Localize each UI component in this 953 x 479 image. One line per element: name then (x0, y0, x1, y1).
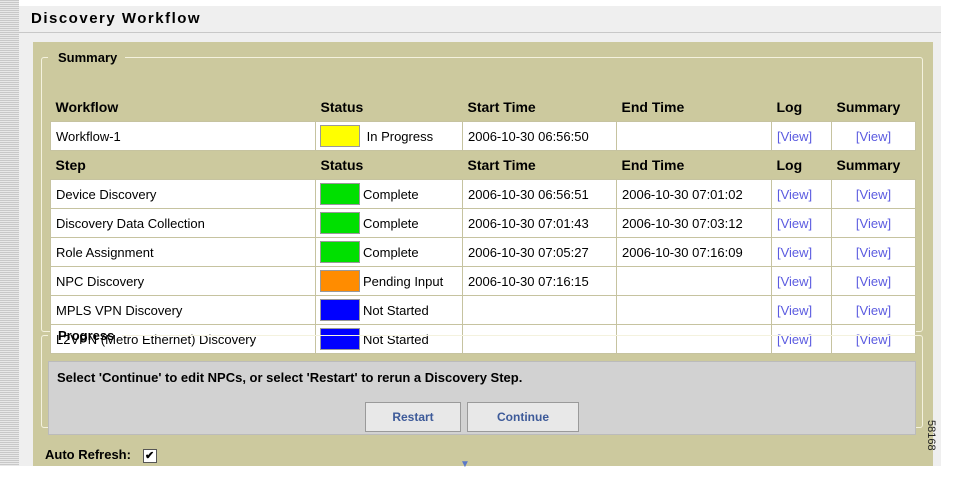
title-bar: Discovery Workflow (19, 6, 941, 33)
step-status-cell: Pending Input (315, 266, 463, 296)
col-header-summary: Summary (836, 99, 901, 115)
status-text: Complete (363, 215, 419, 231)
workflow-name: Workflow-1 (50, 121, 316, 151)
restart-label: Restart (392, 410, 434, 424)
status-color-swatch (320, 183, 360, 205)
status-text: Pending Input (363, 273, 444, 289)
step-start-time (462, 295, 617, 325)
step-log-link[interactable]: [View] (771, 208, 832, 238)
chevron-down-icon[interactable]: ▼ (460, 451, 470, 479)
step-log-link[interactable]: [View] (771, 266, 832, 296)
step-summary-link[interactable]: [View] (831, 237, 916, 267)
page: Discovery Workflow Summary Workflow Stat… (19, 6, 941, 470)
progress-legend: Progress (58, 328, 115, 343)
step-start-time: 2006-10-30 07:05:27 (462, 237, 617, 267)
step-header-row: Step Status Start Time End Time Log Summ… (51, 151, 916, 180)
workflow-end-time (616, 121, 772, 151)
step-end-time: 2006-10-30 07:01:02 (616, 179, 772, 209)
col-header-log: Log (776, 157, 803, 173)
step-start-time: 2006-10-30 07:16:15 (462, 266, 617, 296)
summary-legend: Summary (58, 50, 118, 65)
workflow-table: Workflow Status Start Time End Time Log … (50, 93, 916, 354)
status-text: Not Started (363, 302, 429, 318)
auto-refresh: Auto Refresh: ✔ (45, 447, 157, 463)
step-status-cell: Complete (315, 179, 463, 209)
step-log-link[interactable]: [View] (771, 179, 832, 209)
status-text: Complete (363, 244, 419, 260)
progress-panel: Select 'Continue' to edit NPCs, or selec… (48, 361, 916, 470)
step-end-time (616, 266, 772, 296)
step-summary-link[interactable]: [View] (831, 179, 916, 209)
status-color-swatch (320, 299, 360, 321)
step-name: Discovery Data Collection (50, 208, 316, 238)
table-row: Device Discovery Complete 2006-10-30 06:56… (50, 179, 916, 209)
status-text: In Progress (366, 128, 434, 144)
workflow-log-link[interactable]: [View] (771, 121, 832, 151)
step-end-time: 2006-10-30 07:16:09 (616, 237, 772, 267)
main-panel: Summary Workflow Status Start Time End T… (33, 42, 933, 470)
auto-refresh-checkbox[interactable]: ✔ (142, 448, 157, 463)
col-header-status: Status (320, 99, 364, 115)
step-end-time: 2006-10-30 07:03:12 (616, 208, 772, 238)
step-name: NPC Discovery (50, 266, 316, 296)
page-title: Discovery Workflow (31, 10, 202, 27)
col-header-end-time: End Time (621, 99, 685, 115)
table-row: Role Assignment Complete 2006-10-30 07:05:… (50, 237, 916, 267)
step-name: MPLS VPN Discovery (50, 295, 316, 325)
continue-button[interactable]: Continue (467, 402, 579, 432)
step-name: Role Assignment (50, 237, 316, 267)
col-header-step: Step (55, 157, 86, 173)
workflow-row: Workflow-1 In Progress 2006-10-30 06:56:… (50, 121, 916, 151)
col-header-start-time: Start Time (467, 157, 536, 173)
summary-grid: Workflow Status Start Time End Time Log … (50, 93, 916, 354)
workflow-start-time: 2006-10-30 06:56:50 (462, 121, 617, 151)
figure-id: 58168 (925, 420, 937, 451)
step-status-cell: Complete (315, 208, 463, 238)
restart-button[interactable]: Restart ▼ (365, 402, 470, 470)
step-summary-link[interactable]: [View] (831, 295, 916, 325)
status-color-swatch (320, 241, 360, 263)
table-row: MPLS VPN Discovery Not Started [View] [View… (50, 295, 916, 325)
status-text: Complete (363, 186, 419, 202)
workflow-status-cell: In Progress (315, 121, 463, 151)
step-status-cell: Complete (315, 237, 463, 267)
col-header-log: Log (776, 99, 803, 115)
progress-message: Select 'Continue' to edit NPCs, or selec… (57, 370, 523, 385)
step-log-link[interactable]: [View] (771, 237, 832, 267)
auto-refresh-label: Auto Refresh: (45, 447, 131, 462)
status-color-swatch (320, 270, 360, 292)
step-status-cell: Not Started (315, 295, 463, 325)
table-row: NPC Discovery Pending Input 2006-10-30 07:… (50, 266, 916, 296)
step-summary-link[interactable]: [View] (831, 208, 916, 238)
progress-section: Progress Select 'Continue' to edit NPCs,… (41, 328, 923, 470)
step-name: Device Discovery (50, 179, 316, 209)
status-color-swatch (320, 212, 360, 234)
step-start-time: 2006-10-30 07:01:43 (462, 208, 617, 238)
workflow-summary-link[interactable]: [View] (831, 121, 916, 151)
step-log-link[interactable]: [View] (771, 295, 832, 325)
workflow-header-row: Workflow Status Start Time End Time Log … (51, 93, 916, 122)
col-header-end-time: End Time (621, 157, 685, 173)
step-start-time: 2006-10-30 06:56:51 (462, 179, 617, 209)
summary-section: Summary Workflow Status Start Time End T… (41, 50, 923, 354)
col-header-start-time: Start Time (467, 99, 536, 115)
col-header-summary: Summary (836, 157, 901, 173)
table-row: Discovery Data Collection Complete 2006-10… (50, 208, 916, 238)
col-header-workflow: Workflow (55, 99, 119, 115)
step-end-time (616, 295, 772, 325)
col-header-status: Status (320, 157, 364, 173)
status-color-swatch (320, 125, 360, 147)
left-stripe (0, 0, 19, 466)
step-summary-link[interactable]: [View] (831, 266, 916, 296)
